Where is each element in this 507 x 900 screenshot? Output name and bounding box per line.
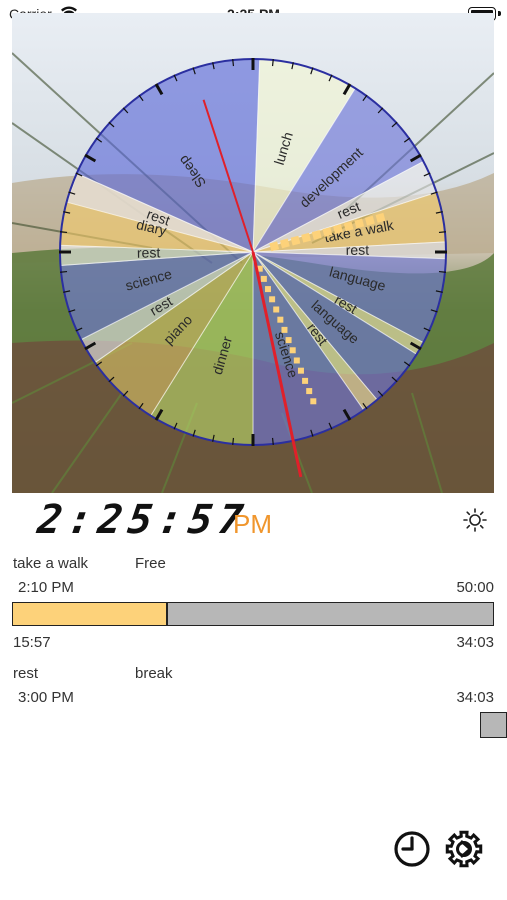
remaining-time: 34:03 (456, 634, 494, 651)
progress-dot (297, 367, 304, 374)
digital-time: 2:25:57 (34, 497, 252, 543)
clock-segment-label: rest (137, 244, 161, 260)
next-activity-tag: break (135, 665, 173, 682)
clock-tick (60, 231, 68, 234)
current-progress-fill (13, 603, 169, 625)
sun-icon[interactable] (462, 507, 488, 533)
clock-segment-label: rest (346, 242, 370, 258)
battery-tip (498, 11, 501, 16)
clock-tick (438, 231, 446, 234)
gear-icon[interactable] (444, 829, 484, 869)
progress-dot (277, 316, 284, 323)
next-starts-in: 34:03 (456, 689, 494, 706)
clock-tick (271, 59, 274, 67)
progress-dot (264, 286, 271, 293)
clock-tick (232, 59, 235, 67)
progress-dot (293, 357, 300, 364)
ampm-label: PM (233, 509, 272, 539)
clock-face: Sleeplunch developmentresttake a walkrest… (12, 13, 494, 493)
progress-dot (260, 275, 267, 282)
progress-dot (306, 388, 313, 395)
progress-dot (273, 306, 280, 313)
clock-tick (60, 270, 68, 273)
next-activity-name: rest (13, 665, 39, 682)
current-start-time: 2:10 PM (18, 579, 74, 596)
schedule-clock-view[interactable]: Sleep lunch development rest take a walk rest… (12, 13, 494, 493)
next-progress-bar (480, 712, 507, 738)
clock-tick (438, 270, 446, 273)
current-activity-name: take a walk (13, 555, 89, 572)
clock-icon[interactable] (392, 829, 432, 869)
progress-dot (269, 296, 276, 303)
clock-tick (271, 437, 274, 445)
digital-clock: 2:25:57 (34, 497, 252, 543)
progress-dot (281, 326, 288, 333)
progress-dot (310, 398, 317, 405)
progress-dot (302, 377, 309, 384)
progress-dot (289, 347, 296, 354)
current-activity-tag: Free (135, 555, 166, 572)
current-duration: 50:00 (456, 579, 494, 596)
progress-dot (285, 337, 292, 344)
current-progress-bar (12, 602, 494, 626)
next-start-time: 3:00 PM (18, 689, 74, 706)
clock-tick (232, 437, 235, 445)
elapsed-time: 15:57 (13, 634, 51, 651)
